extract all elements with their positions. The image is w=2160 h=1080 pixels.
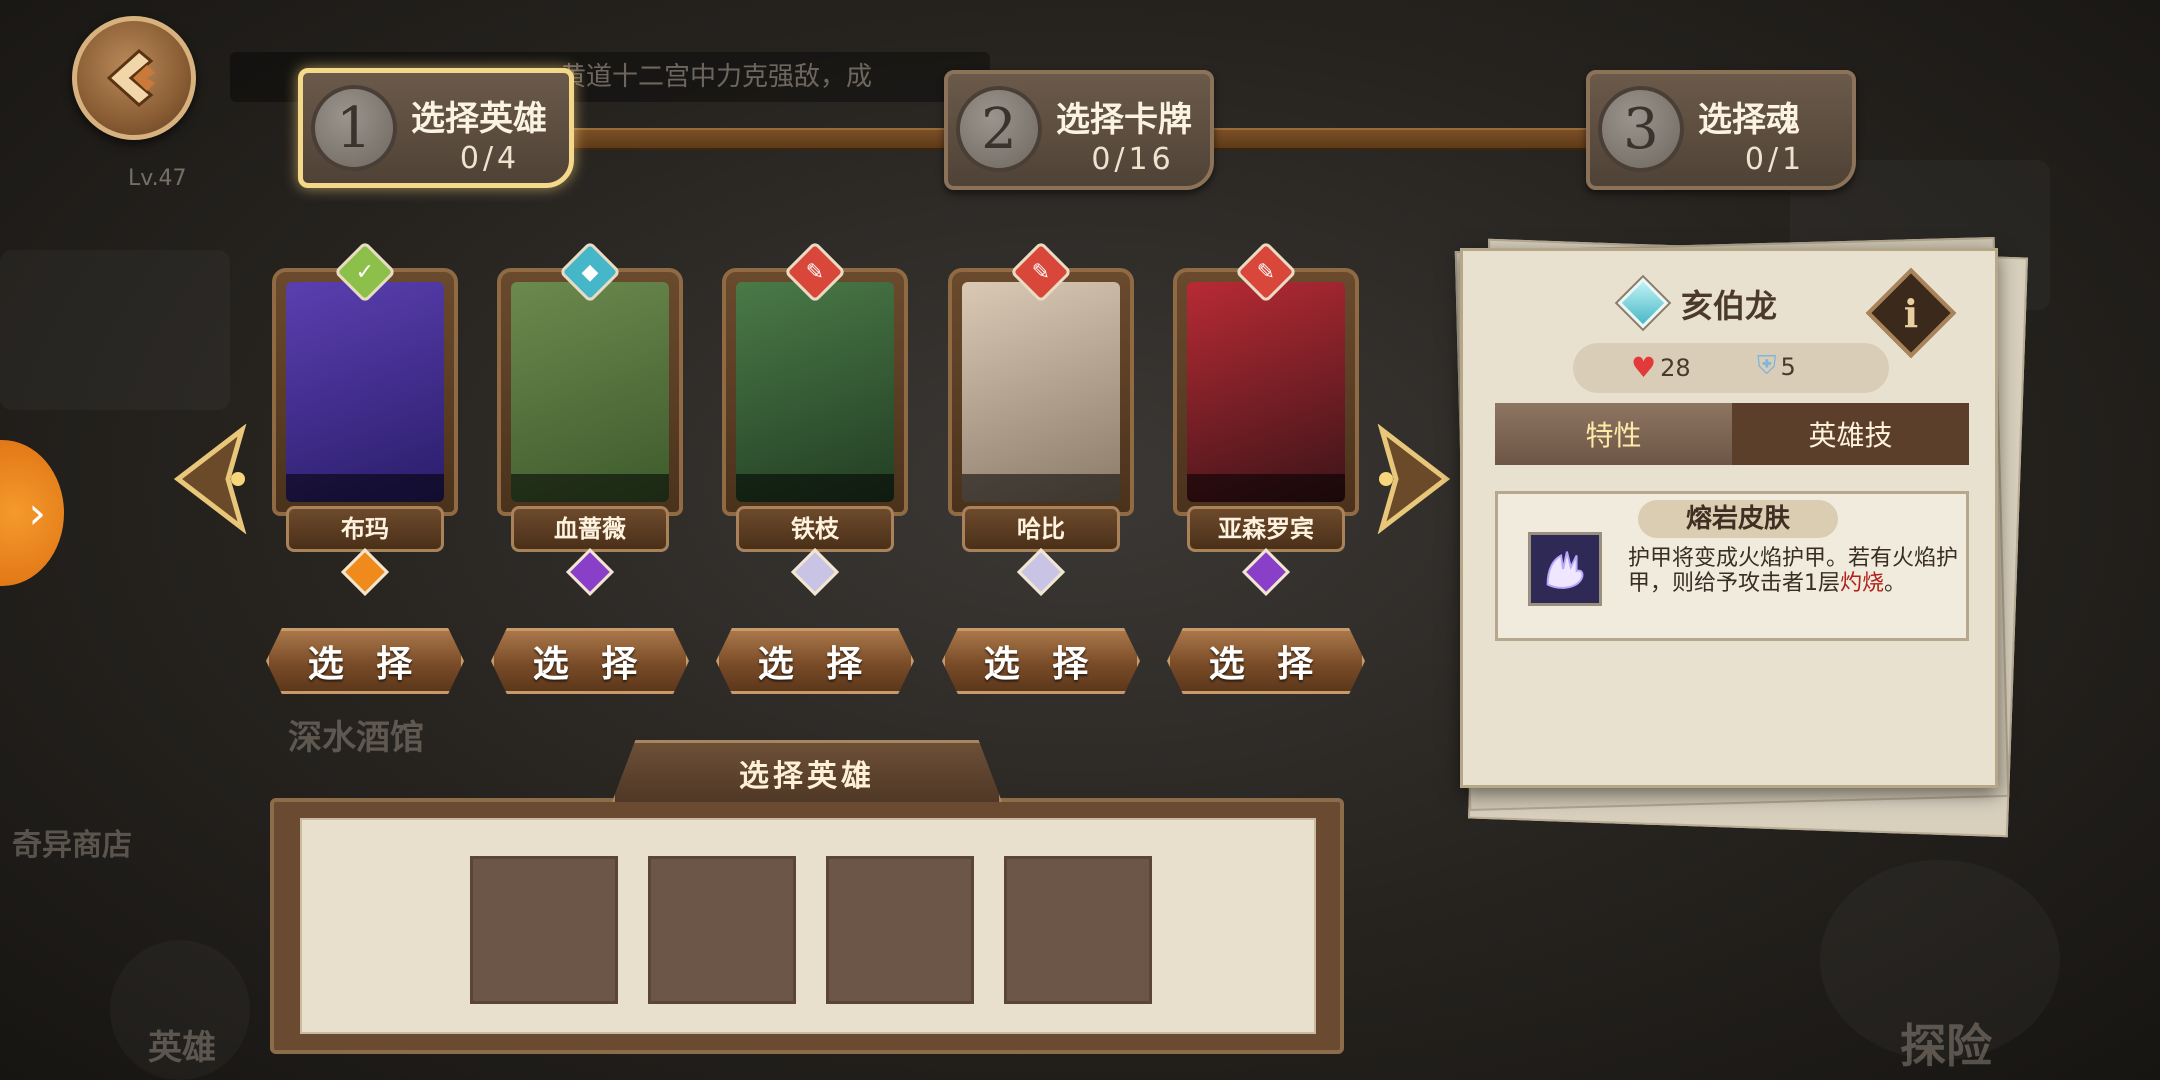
hp-stat: ♥ 28 [1631, 351, 1691, 384]
select-hero-button[interactable]: 选 择 [1167, 628, 1365, 694]
bg-label-shop: 奇异商店 [12, 828, 132, 863]
step-select-cards[interactable]: 2 选择卡牌 0/16 [944, 70, 1214, 190]
hero-card[interactable]: ◆ 血蔷薇 [497, 240, 683, 597]
armor-icon: ⛨ [1757, 351, 1777, 381]
stats-bar [1573, 343, 1889, 393]
side-expand-tab[interactable]: › [0, 440, 64, 586]
panel-tabs: 特性 英雄技 [1495, 403, 1969, 465]
hero-card[interactable]: ✓ 布玛 [272, 240, 458, 597]
portrait-shadow [1187, 474, 1345, 502]
trait-description: 护甲将变成火焰护甲。若有火焰护甲，则给予攻击者1层灼烧。 [1628, 546, 1959, 596]
hero-slot[interactable] [1004, 856, 1152, 1004]
hero-portrait-frame [722, 268, 908, 516]
select-hero-button[interactable]: 选 择 [266, 628, 464, 694]
heart-icon: ♥ [1631, 351, 1657, 384]
rarity-gem-icon [565, 547, 615, 597]
arrow-right-icon[interactable] [1372, 424, 1452, 534]
portrait-shadow [511, 474, 669, 502]
bg-label-tavern: 深水酒馆 [288, 718, 424, 758]
selected-heroes-title: 选择英雄 [612, 740, 1002, 802]
hero-portrait [1187, 282, 1345, 502]
bg-label-hero: 英雄 [148, 1028, 216, 1068]
trait-card: 熔岩皮肤 护甲将变成火焰护甲。若有火焰护甲，则给予攻击者1层灼烧。 [1495, 491, 1969, 641]
hp-value: 28 [1660, 353, 1691, 382]
step-select-hero[interactable]: 1 选择英雄 0/4 [298, 68, 574, 188]
step-count: 0/16 [1091, 142, 1175, 177]
rarity-gem-icon [1016, 547, 1066, 597]
hero-name-plate: 血蔷薇 [511, 506, 669, 552]
armor-stat: ⛨ 5 [1757, 351, 1796, 382]
step-count: 0/4 [459, 141, 521, 176]
hero-card[interactable]: ✎ 铁枝 [722, 240, 908, 597]
hero-card[interactable]: ✎ 哈比 [948, 240, 1134, 597]
hero-info-panel: 亥伯龙 i ♥ 28 ⛨ 5 特性 英雄技 熔岩皮肤 护甲将变成火焰护甲。若有火… [1460, 248, 1998, 788]
selected-heroes-area [300, 818, 1316, 1034]
hero-name-plate: 铁枝 [736, 506, 894, 552]
info-icon: i [1903, 290, 1919, 336]
chevron-right-icon: › [28, 487, 46, 539]
hero-portrait [511, 282, 669, 502]
hero-portrait [962, 282, 1120, 502]
step-select-soul[interactable]: 3 选择魂 0/1 [1586, 70, 1856, 190]
rarity-gem-icon [340, 547, 390, 597]
fire-hand-icon [1528, 532, 1602, 606]
bg-label-explore: 探险 [1900, 1019, 1992, 1073]
hero-name-plate: 布玛 [286, 506, 444, 552]
back-button[interactable] [72, 16, 196, 140]
arrow-left-icon[interactable] [172, 424, 252, 534]
armor-value: 5 [1780, 352, 1796, 381]
hero-portrait-frame [948, 268, 1134, 516]
hero-slot[interactable] [648, 856, 796, 1004]
hero-card[interactable]: ✎ 亚森罗宾 [1173, 240, 1359, 597]
rarity-gem-icon [1241, 547, 1291, 597]
tab-trait[interactable]: 特性 [1495, 403, 1732, 465]
player-level: Lv.47 [128, 166, 187, 191]
trait-title: 熔岩皮肤 [1638, 500, 1838, 538]
step-title: 选择英雄 [411, 99, 547, 139]
portrait-shadow [736, 474, 894, 502]
hero-slot[interactable] [826, 856, 974, 1004]
hero-portrait-frame [272, 268, 458, 516]
hero-name-plate: 哈比 [962, 506, 1120, 552]
hero-portrait [736, 282, 894, 502]
select-hero-button[interactable]: 选 择 [716, 628, 914, 694]
burn-keyword: 灼烧 [1840, 571, 1885, 596]
hero-name-plate: 亚森罗宾 [1187, 506, 1345, 552]
portrait-shadow [286, 474, 444, 502]
hero-portrait [286, 282, 444, 502]
back-arrow-icon [106, 49, 155, 107]
step-title: 选择卡牌 [1056, 100, 1192, 140]
select-hero-button[interactable]: 选 择 [491, 628, 689, 694]
background-building [0, 250, 230, 410]
step-count: 0/1 [1744, 142, 1806, 177]
quest-banner-text: 黄道十二宫中力克强敌，成 [560, 62, 873, 92]
tab-hero-skill[interactable]: 英雄技 [1732, 403, 1969, 465]
hero-portrait-frame [497, 268, 683, 516]
step-title: 选择魂 [1698, 100, 1800, 140]
hero-portrait-frame [1173, 268, 1359, 516]
select-hero-button[interactable]: 选 择 [942, 628, 1140, 694]
hero-slot[interactable] [470, 856, 618, 1004]
rarity-gem-icon [790, 547, 840, 597]
portrait-shadow [962, 474, 1120, 502]
